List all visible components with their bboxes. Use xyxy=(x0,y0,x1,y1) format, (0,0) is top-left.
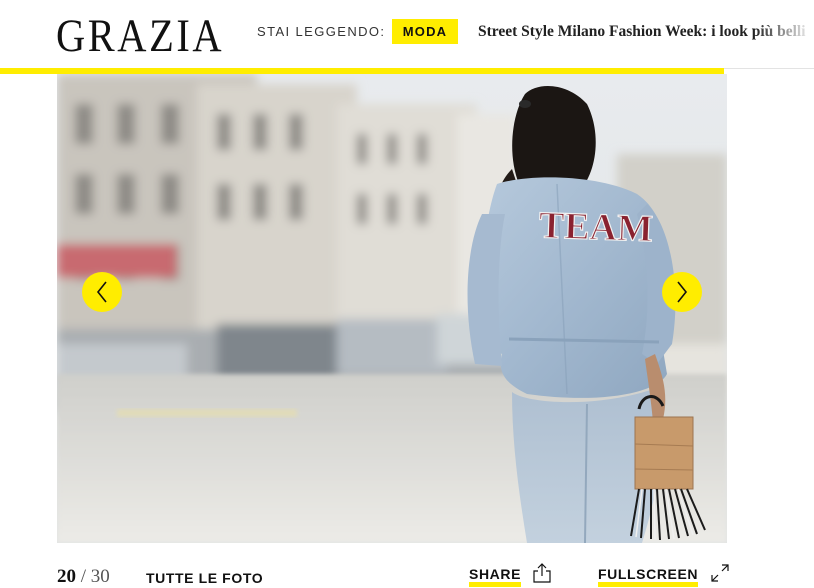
next-photo-button[interactable] xyxy=(662,272,702,312)
grazia-logo[interactable]: GRAZIA xyxy=(56,8,224,64)
current-photo-number: 20 xyxy=(57,566,76,587)
total-photo-count: 30 xyxy=(90,566,110,587)
fullscreen-label: FULLSCREEN xyxy=(598,566,699,587)
street-style-photo: TEAM xyxy=(57,74,727,543)
share-button[interactable]: SHARE xyxy=(469,563,551,588)
jacket-team-text: TEAM xyxy=(538,204,653,250)
site-header: GRAZIA STAI LEGGENDO: MODA Street Style … xyxy=(0,0,814,68)
reading-label: STAI LEGGENDO: xyxy=(257,24,386,39)
counter-separator: / xyxy=(80,566,87,587)
category-badge[interactable]: MODA xyxy=(392,19,458,44)
fullscreen-button[interactable]: FULLSCREEN xyxy=(598,564,730,588)
share-icon xyxy=(533,563,551,583)
article-title[interactable]: Street Style Milano Fashion Week: i look… xyxy=(478,22,814,42)
chevron-right-icon xyxy=(677,281,688,303)
expand-icon xyxy=(711,564,729,582)
all-photos-link[interactable]: TUTTE LE FOTO xyxy=(146,570,263,586)
photo-counter: 20 / 30 xyxy=(57,566,110,588)
chevron-left-icon xyxy=(96,281,107,303)
article-title-text: Street Style Milano Fashion Week: i look… xyxy=(478,23,806,40)
previous-photo-button[interactable] xyxy=(82,272,122,312)
gallery-photo[interactable]: TEAM xyxy=(57,74,727,543)
share-label: SHARE xyxy=(469,566,522,587)
